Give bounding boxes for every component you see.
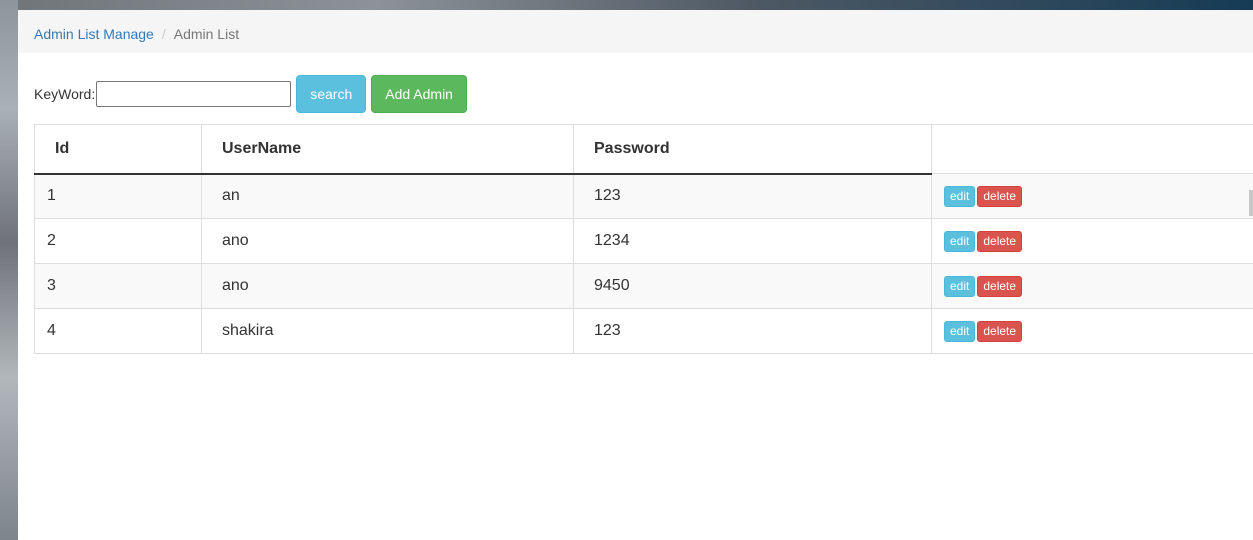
admin-table-container: Id UserName Password 1 an 123 edit delete… (34, 124, 1253, 354)
cell-password: 123 (573, 308, 932, 354)
cell-id: 4 (34, 308, 202, 354)
delete-button[interactable]: delete (977, 185, 1023, 207)
table-row: 3 ano 9450 edit delete (34, 263, 1253, 309)
header-actions (931, 124, 1253, 174)
table-row: 4 shakira 123 edit delete (34, 308, 1253, 354)
scrollbar-thumb[interactable] (1249, 190, 1253, 216)
cell-username: ano (201, 218, 574, 264)
window-top-strip (0, 0, 1253, 10)
cell-actions: edit delete (931, 263, 1253, 309)
edit-button[interactable]: edit (944, 275, 976, 297)
header-username: UserName (201, 124, 574, 175)
table-row: 2 ano 1234 edit delete (34, 218, 1253, 264)
breadcrumb-separator: / (161, 26, 166, 42)
cell-actions: edit delete (931, 173, 1253, 219)
delete-button[interactable]: delete (977, 230, 1023, 252)
cell-password: 9450 (573, 263, 932, 309)
header-id: Id (34, 124, 202, 175)
edit-button[interactable]: edit (944, 230, 976, 252)
cell-username: shakira (201, 308, 574, 354)
breadcrumb: Admin List Manage / Admin List (18, 10, 1253, 53)
delete-button[interactable]: delete (977, 275, 1023, 297)
cell-id: 3 (34, 263, 202, 309)
search-toolbar: KeyWord: search Add Admin (34, 75, 467, 113)
background-edge (0, 0, 18, 540)
add-admin-button[interactable]: Add Admin (371, 75, 467, 113)
table-header-row: Id UserName Password (34, 124, 1253, 175)
header-password: Password (573, 124, 932, 175)
keyword-input[interactable] (96, 81, 292, 107)
breadcrumb-link-admin-list-manage[interactable]: Admin List Manage (34, 26, 154, 42)
cell-password: 123 (573, 173, 932, 219)
delete-button[interactable]: delete (977, 320, 1023, 342)
breadcrumb-current: Admin List (173, 26, 240, 42)
cell-id: 1 (34, 173, 202, 219)
cell-id: 2 (34, 218, 202, 264)
cell-username: ano (201, 263, 574, 309)
search-button[interactable]: search (296, 75, 367, 113)
admin-table: Id UserName Password 1 an 123 edit delete… (34, 124, 1253, 354)
edit-button[interactable]: edit (944, 185, 976, 207)
edit-button[interactable]: edit (944, 320, 976, 342)
table-row: 1 an 123 edit delete (34, 173, 1253, 219)
cell-username: an (201, 173, 574, 219)
cell-actions: edit delete (931, 308, 1253, 354)
keyword-label: KeyWord: (34, 86, 96, 102)
admin-list-page: Admin List Manage / Admin List KeyWord: se… (0, 0, 1253, 540)
cell-actions: edit delete (931, 218, 1253, 264)
cell-password: 1234 (573, 218, 932, 264)
